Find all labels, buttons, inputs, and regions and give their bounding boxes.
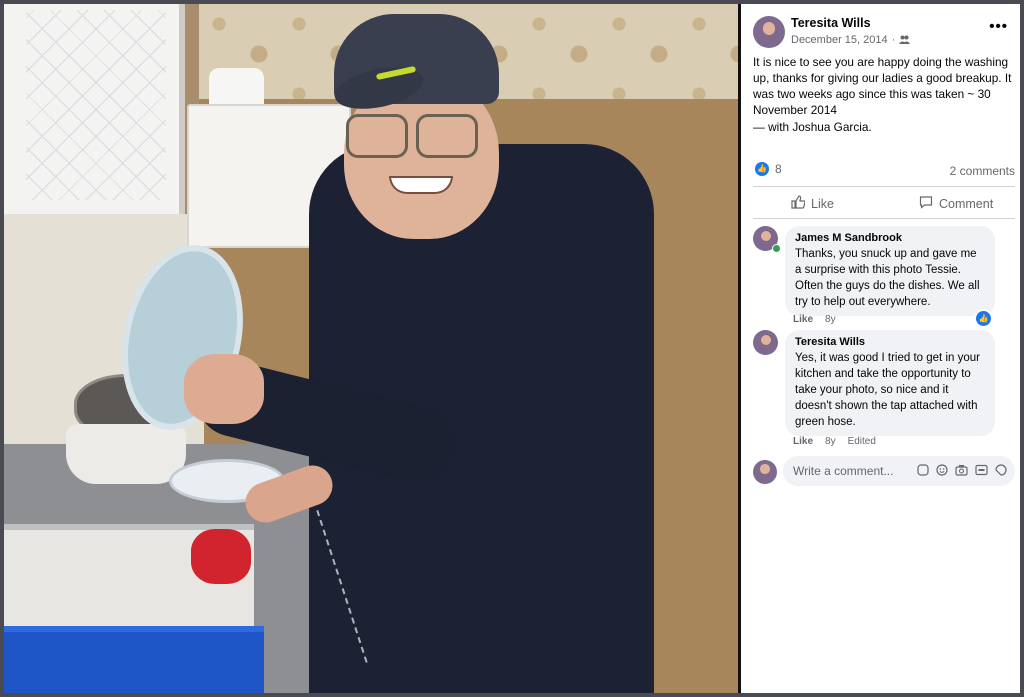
with-suffix: . <box>868 120 872 134</box>
glasses <box>342 114 492 158</box>
sticker-icon[interactable] <box>917 463 929 479</box>
camera-icon[interactable] <box>955 464 968 479</box>
reaction-count: 8 <box>775 162 782 176</box>
reaction-summary[interactable]: 👍 8 <box>755 162 782 176</box>
outer-frame: Teresita Wills December 15, 2014 · ••• I… <box>0 0 1024 697</box>
commenter-avatar[interactable] <box>753 330 778 355</box>
commenter-name[interactable]: Teresita Wills <box>795 336 985 348</box>
composer-icons <box>917 463 1007 479</box>
my-avatar[interactable] <box>753 460 777 484</box>
comments-count[interactable]: 2 comments <box>950 164 1015 178</box>
more-options-icon[interactable]: ••• <box>989 18 1008 35</box>
comment-like-badge-icon[interactable]: 👍 <box>976 311 991 326</box>
author-name[interactable]: Teresita Wills <box>791 16 871 30</box>
post-date[interactable]: December 15, 2014 <box>791 34 888 46</box>
hand <box>184 354 264 424</box>
tagged-person-link[interactable]: Joshua Garcia <box>792 120 868 134</box>
thumbs-up-icon <box>791 195 806 212</box>
emoji-icon[interactable] <box>936 463 948 479</box>
friends-icon[interactable] <box>899 35 911 46</box>
sep: · <box>891 34 896 46</box>
with-prefix: — with <box>753 120 790 134</box>
comment-edited-label[interactable]: Edited <box>848 436 876 447</box>
sticker-face-icon[interactable] <box>995 463 1007 479</box>
like-button[interactable]: Like <box>791 195 834 212</box>
comment-button[interactable]: Comment <box>919 195 993 212</box>
divider <box>753 218 1015 219</box>
gif-icon[interactable] <box>975 464 988 479</box>
tagged-line: — with Joshua Garcia. <box>753 120 872 134</box>
window <box>4 4 185 222</box>
pot-white <box>66 424 186 484</box>
online-status-dot <box>772 244 781 253</box>
comment-input[interactable]: Write a comment... <box>783 456 1015 486</box>
comment-age[interactable]: 8y <box>825 436 836 447</box>
comment-item: James M Sandbrook Thanks, you snuck up a… <box>753 226 1015 326</box>
author-avatar[interactable] <box>753 16 785 48</box>
post-photo[interactable] <box>4 4 738 693</box>
post-meta: December 15, 2014 · <box>791 34 911 46</box>
comment-age[interactable]: 8y <box>825 314 836 325</box>
comment-item: Teresita Wills Yes, it was good I tried … <box>753 330 1015 448</box>
comment-bubble: Teresita Wills Yes, it was good I tried … <box>785 330 995 436</box>
comment-icon <box>919 195 933 212</box>
comment-like-link[interactable]: Like <box>793 436 813 447</box>
like-reaction-icon: 👍 <box>755 162 769 176</box>
post-panel: Teresita Wills December 15, 2014 · ••• I… <box>741 4 1020 693</box>
comment-placeholder: Write a comment... <box>793 464 894 478</box>
comment-actions: Like 8y <box>793 314 836 325</box>
comment-text: Yes, it was good I tried to get in your … <box>795 352 980 428</box>
red-sponge <box>191 529 251 584</box>
blue-tray <box>4 626 264 693</box>
divider <box>753 186 1015 187</box>
commenter-name[interactable]: James M Sandbrook <box>795 232 985 244</box>
post-text: It is nice to see you are happy doing th… <box>753 55 1012 117</box>
comment-text: Thanks, you snuck up and gave me a surpr… <box>795 248 980 308</box>
comment-actions: Like 8y Edited <box>793 436 876 447</box>
comment-like-link[interactable]: Like <box>793 314 813 325</box>
comment-bubble: James M Sandbrook Thanks, you snuck up a… <box>785 226 995 326</box>
paper-towel <box>209 68 264 108</box>
like-label: Like <box>811 196 834 211</box>
comment-label: Comment <box>939 196 994 211</box>
smile <box>389 176 453 194</box>
